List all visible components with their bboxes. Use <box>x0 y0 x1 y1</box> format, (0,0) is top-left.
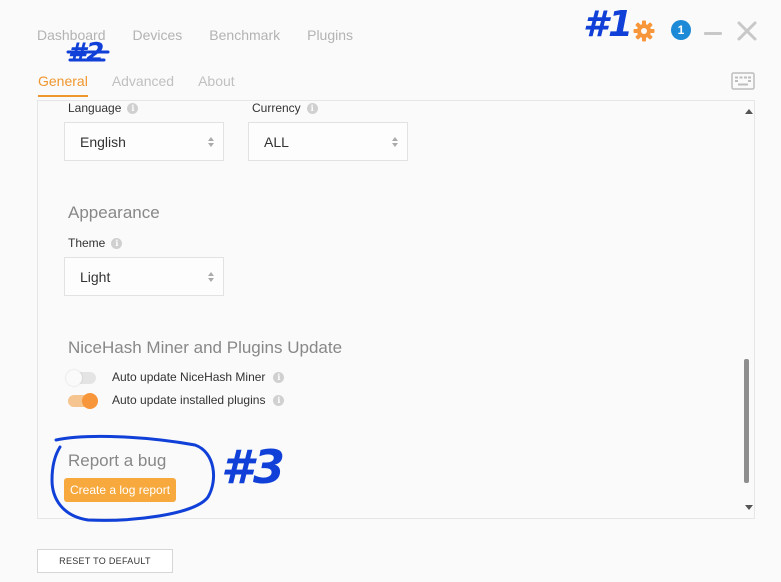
scroll-down-arrow-icon[interactable] <box>745 505 753 510</box>
create-log-report-button[interactable]: Create a log report <box>64 478 177 502</box>
appearance-title: Appearance <box>68 203 160 222</box>
annotation-label-2: #2 <box>68 38 105 68</box>
gear-icon[interactable] <box>632 19 656 43</box>
theme-label: Theme i <box>68 236 123 250</box>
keyboard-icon[interactable] <box>731 71 755 91</box>
currency-label-text: Currency <box>252 101 301 115</box>
theme-value: Light <box>80 268 111 285</box>
theme-label-text: Theme <box>68 236 106 250</box>
update-title: NiceHash Miner and Plugins Update <box>68 338 343 357</box>
scrollbar-thumb[interactable] <box>744 359 749 483</box>
settings-tabs: General Advanced About <box>38 73 259 97</box>
auto-update-plugins-toggle[interactable] <box>68 393 98 409</box>
currency-label: Currency i <box>252 101 318 115</box>
info-icon[interactable]: i <box>273 394 285 406</box>
language-label-text: Language <box>68 101 122 115</box>
annotation-label-1: #1 <box>583 4 634 45</box>
toggle-knob <box>82 393 98 409</box>
close-icon[interactable] <box>735 19 759 43</box>
theme-select[interactable]: Light <box>64 257 224 296</box>
language-select[interactable]: English <box>64 122 224 161</box>
language-label: Language i <box>68 101 139 115</box>
tab-advanced[interactable]: Advanced <box>112 73 174 97</box>
nav-plugins[interactable]: Plugins <box>307 27 353 43</box>
info-icon[interactable]: i <box>127 102 139 114</box>
language-value: English <box>80 133 126 150</box>
notification-badge[interactable]: 1 <box>671 20 691 40</box>
nav-devices[interactable]: Devices <box>133 27 183 43</box>
info-icon[interactable]: i <box>273 371 285 383</box>
select-arrows-icon <box>392 137 398 147</box>
auto-update-miner-toggle[interactable] <box>66 370 96 386</box>
scroll-up-arrow-icon[interactable] <box>745 109 753 114</box>
nav-benchmark[interactable]: Benchmark <box>209 27 280 43</box>
currency-value: ALL <box>264 133 289 150</box>
minimize-icon[interactable] <box>704 32 722 35</box>
info-icon[interactable]: i <box>111 237 123 249</box>
info-icon[interactable]: i <box>306 102 318 114</box>
report-bug-title: Report a bug <box>68 451 167 470</box>
currency-select[interactable]: ALL <box>248 122 408 161</box>
annotation-label-3: #3 <box>221 440 286 494</box>
tab-general[interactable]: General <box>38 73 88 97</box>
select-arrows-icon <box>208 272 214 282</box>
tab-about[interactable]: About <box>198 73 235 97</box>
reset-to-default-button[interactable]: RESET TO DEFAULT <box>37 549 173 573</box>
auto-update-plugins-text: Auto update installed plugins <box>112 393 266 407</box>
auto-update-miner-label: Auto update NiceHash Miner i <box>112 370 285 384</box>
settings-panel[interactable]: Language i English Currency i ALL Appear… <box>37 100 755 519</box>
toggle-knob <box>66 370 82 386</box>
auto-update-plugins-label: Auto update installed plugins i <box>112 393 285 407</box>
select-arrows-icon <box>208 137 214 147</box>
auto-update-miner-text: Auto update NiceHash Miner <box>112 370 266 384</box>
